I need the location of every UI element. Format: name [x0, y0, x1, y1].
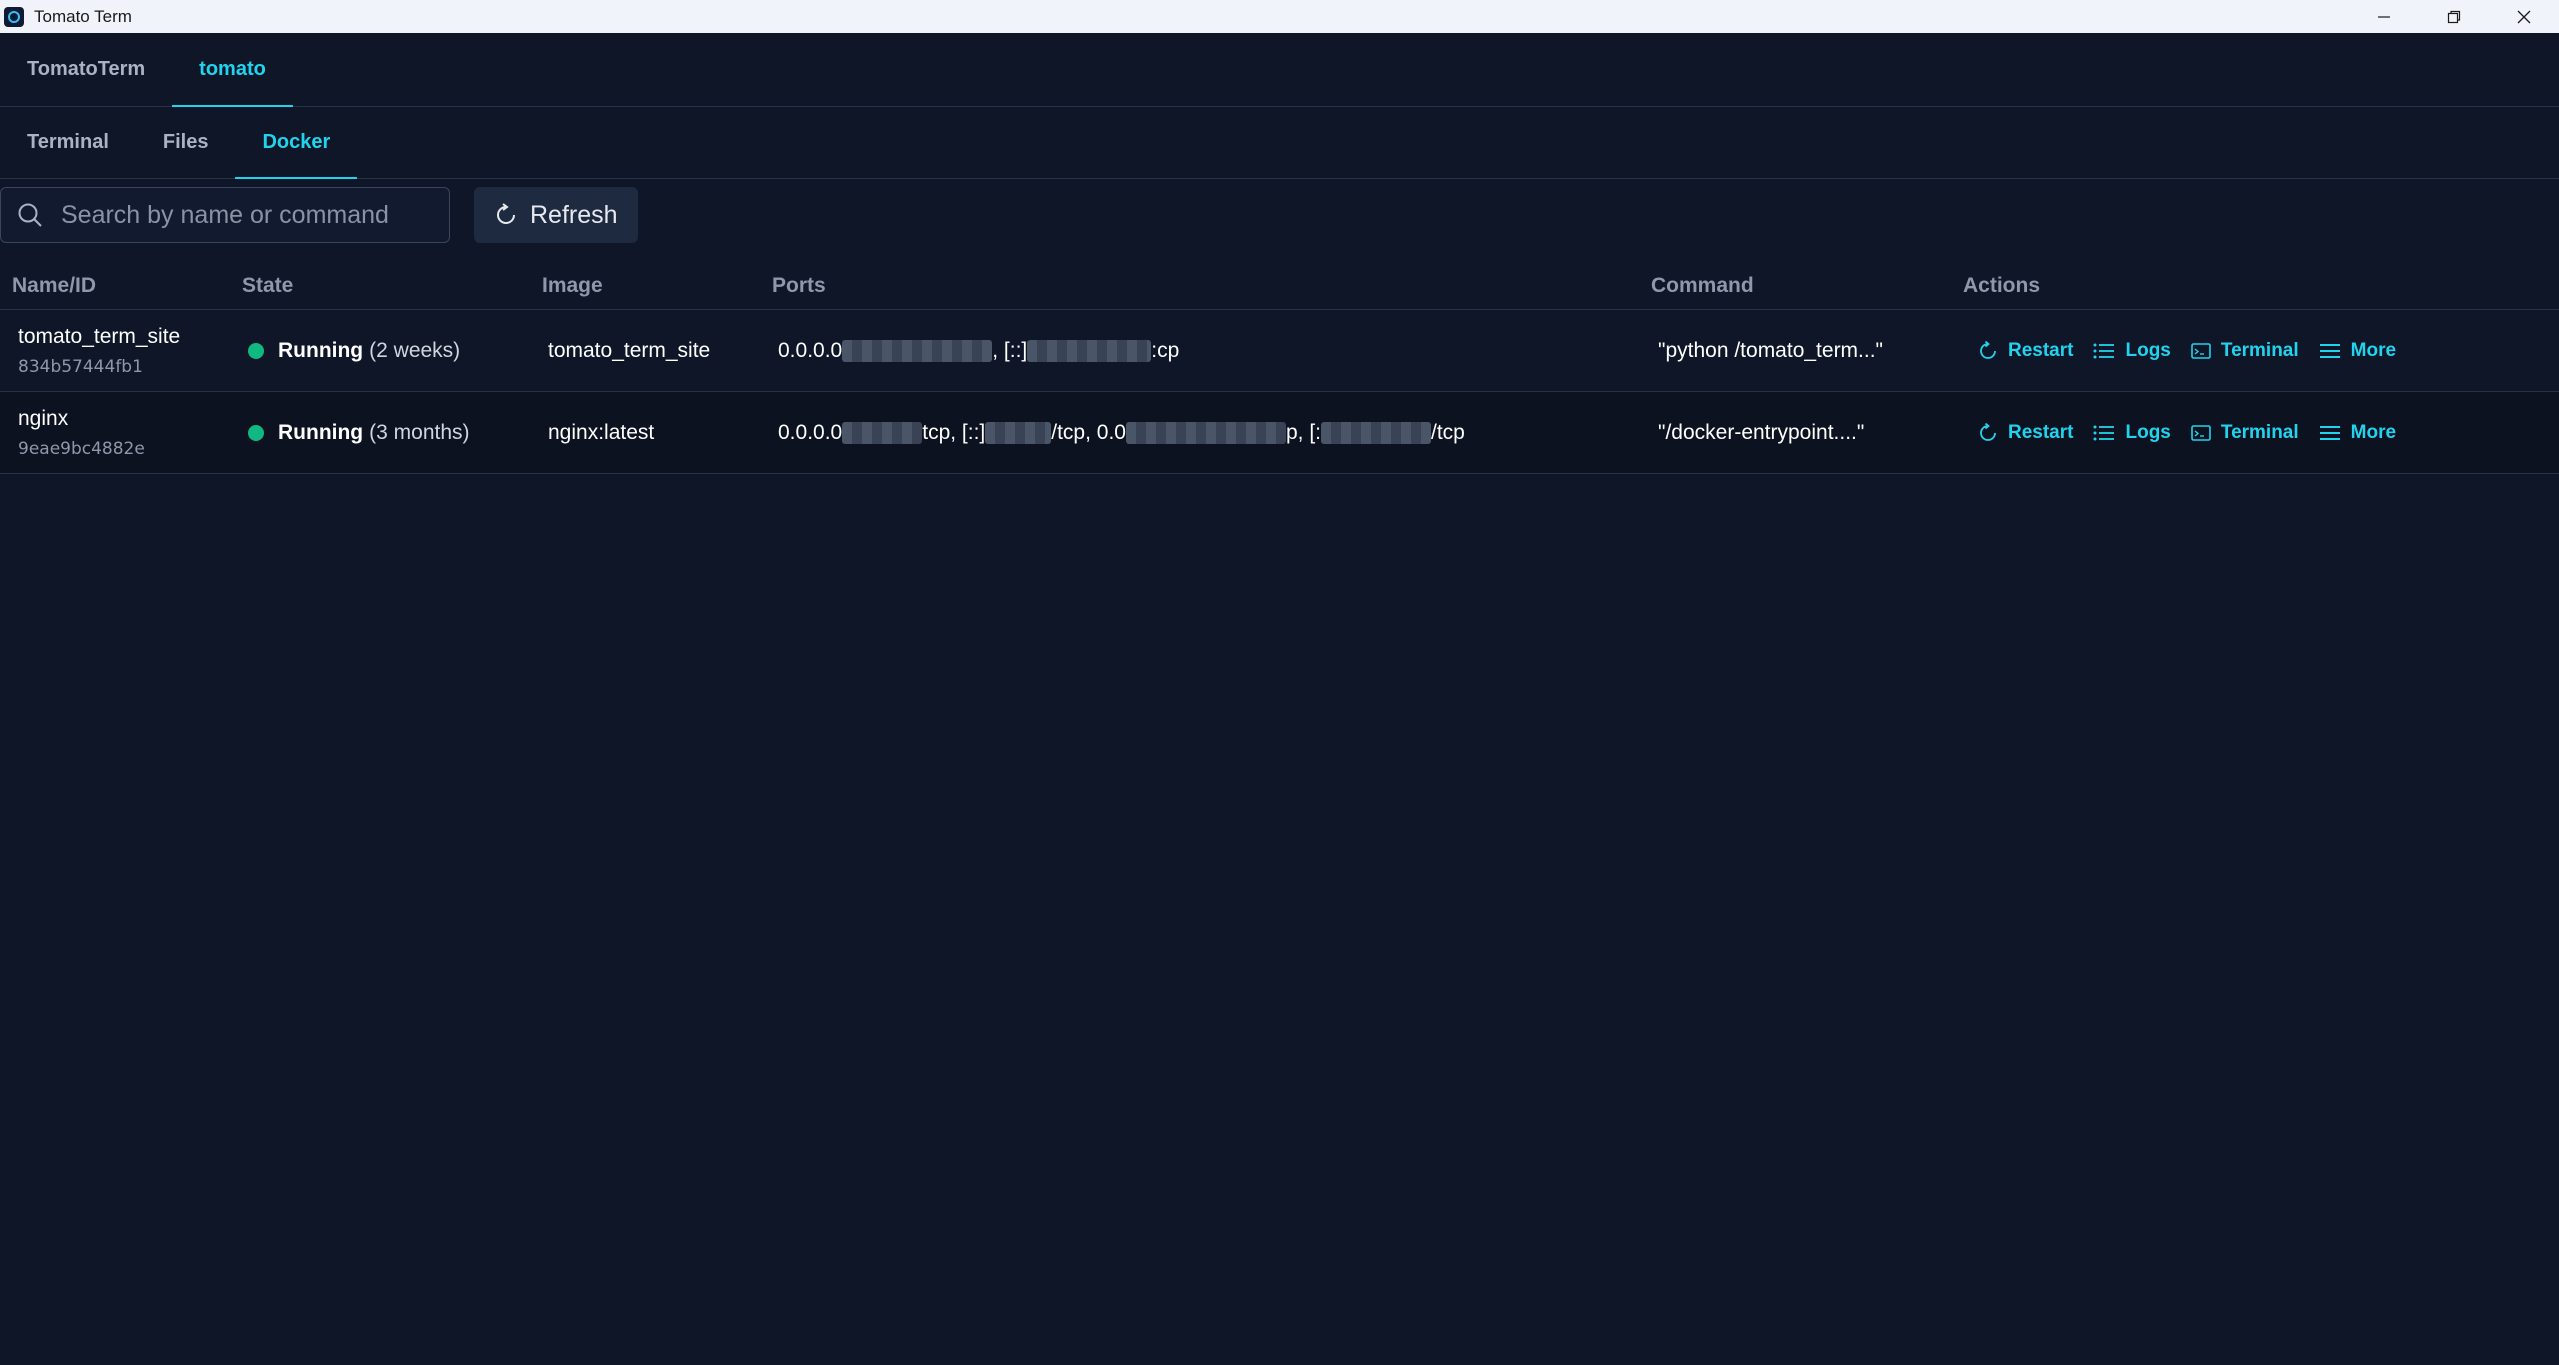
running-status-icon: [248, 343, 264, 359]
terminal-button[interactable]: Terminal: [2191, 340, 2299, 362]
terminal-label: Terminal: [2220, 422, 2299, 443]
table-row: tomato_term_site 834b57444fb1 Running (2…: [0, 310, 2559, 392]
redacted-region: [985, 422, 1052, 444]
ports-text: /tcp: [1431, 421, 1465, 444]
terminal-icon: [2191, 425, 2211, 441]
app-logo-icon: [4, 6, 24, 27]
container-state: Running (3 months): [248, 392, 470, 474]
terminal-label: Terminal: [2220, 340, 2299, 361]
container-id: 834b57444fb1: [18, 357, 143, 377]
state-label: Running: [278, 339, 364, 362]
session-tab-bar: Terminal Files Docker: [0, 107, 2559, 179]
ports-text: tcp, [::]: [922, 421, 986, 444]
tab-tomato[interactable]: tomato: [172, 33, 293, 107]
restart-label: Restart: [2008, 422, 2074, 443]
state-duration: (3 months): [369, 421, 470, 444]
terminal-icon: [2191, 343, 2211, 359]
container-name: nginx: [18, 407, 69, 430]
container-command: "python /tomato_term...": [1658, 339, 1884, 362]
restart-button[interactable]: Restart: [1978, 422, 2073, 444]
more-label: More: [2350, 340, 2397, 361]
restart-icon: [1980, 423, 1996, 441]
logs-button[interactable]: Logs: [2093, 340, 2171, 362]
docker-toolbar: Refresh: [0, 187, 638, 243]
column-header-image[interactable]: Image: [542, 274, 603, 298]
container-ports: 0.0.0.0 tcp, [::] /tcp, 0.0 p, [: /tcp: [778, 392, 1465, 474]
restore-icon[interactable]: [2419, 0, 2489, 33]
column-header-actions[interactable]: Actions: [1963, 274, 2040, 298]
state-label: Running: [278, 421, 364, 444]
container-id: 9eae9bc4882e: [18, 439, 145, 459]
more-button[interactable]: More: [2319, 422, 2396, 444]
tab-terminal[interactable]: Terminal: [0, 107, 136, 178]
window-controls: [2349, 0, 2559, 33]
row-actions: Restart Logs Terminal More: [1978, 392, 2396, 474]
tab-files[interactable]: Files: [136, 107, 236, 178]
menu-icon: [2319, 344, 2340, 358]
redacted-region: [842, 340, 993, 362]
refresh-label: Refresh: [530, 200, 618, 229]
terminal-button[interactable]: Terminal: [2191, 422, 2299, 444]
row-actions: Restart Logs Terminal More: [1978, 310, 2396, 392]
logs-button[interactable]: Logs: [2093, 422, 2171, 444]
logs-label: Logs: [2125, 340, 2171, 361]
running-status-icon: [248, 425, 264, 441]
redacted-region: [842, 422, 923, 444]
container-command: "/docker-entrypoint....": [1658, 421, 1865, 444]
column-header-command[interactable]: Command: [1651, 274, 1754, 298]
restart-button[interactable]: Restart: [1978, 340, 2073, 362]
ports-text: p, [:: [1285, 421, 1322, 444]
container-name: tomato_term_site: [18, 325, 181, 348]
list-icon: [2093, 343, 2115, 359]
column-header-name[interactable]: Name/ID: [12, 274, 96, 298]
tab-docker[interactable]: Docker: [235, 107, 358, 179]
window-title-bar: Tomato Term: [0, 0, 2559, 33]
table-row: nginx 9eae9bc4882e Running (3 months) ng…: [0, 392, 2559, 474]
redacted-region: [1321, 422, 1432, 444]
ports-text: 0.0.0.0: [778, 421, 843, 444]
close-icon[interactable]: [2489, 0, 2559, 33]
redacted-region: [1125, 422, 1286, 444]
containers-table: Name/ID State Image Ports Command Action…: [0, 262, 2559, 474]
container-image: tomato_term_site: [548, 339, 711, 362]
ports-text: :cp: [1151, 339, 1180, 362]
window-title: Tomato Term: [34, 6, 132, 26]
container-ports: 0.0.0.0 , [::] :cp: [778, 310, 1179, 392]
search-input[interactable]: [59, 199, 439, 231]
ports-text: , [::]: [992, 339, 1028, 362]
minimize-icon[interactable]: [2349, 0, 2419, 33]
restart-icon: [1980, 341, 1996, 359]
search-icon: [18, 203, 42, 227]
search-box[interactable]: [0, 187, 450, 243]
ports-text: /tcp, 0.0: [1051, 421, 1126, 444]
container-name-cell: nginx 9eae9bc4882e: [18, 392, 145, 474]
more-button[interactable]: More: [2319, 340, 2396, 362]
tab-tomatoterm[interactable]: TomatoTerm: [0, 33, 172, 106]
logs-label: Logs: [2125, 422, 2171, 443]
container-state: Running (2 weeks): [248, 310, 460, 392]
container-name-cell: tomato_term_site 834b57444fb1: [18, 310, 180, 392]
column-header-ports[interactable]: Ports: [772, 274, 826, 298]
table-header: Name/ID State Image Ports Command Action…: [0, 262, 2559, 310]
menu-icon: [2319, 426, 2340, 440]
list-icon: [2093, 425, 2115, 441]
redacted-region: [1027, 340, 1152, 362]
app-tab-bar: TomatoTerm tomato: [0, 33, 2559, 107]
more-label: More: [2350, 422, 2397, 443]
refresh-icon: [497, 203, 515, 224]
column-header-state[interactable]: State: [242, 274, 293, 298]
state-duration: (2 weeks): [369, 339, 461, 362]
restart-label: Restart: [2008, 340, 2074, 361]
refresh-button[interactable]: Refresh: [474, 187, 638, 243]
container-image: nginx:latest: [548, 421, 655, 444]
ports-text: 0.0.0.0: [778, 339, 843, 362]
